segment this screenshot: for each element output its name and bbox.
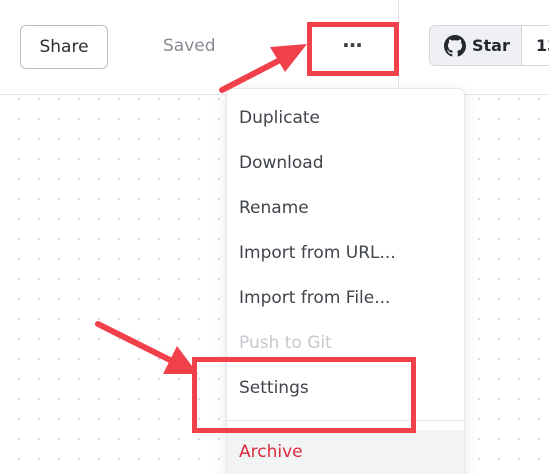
menu-item-import-file[interactable]: Import from File... (227, 276, 464, 321)
annotation-arrow-settings (95, 321, 198, 374)
header-divider (398, 0, 399, 95)
menu-item-duplicate[interactable]: Duplicate (227, 96, 464, 141)
github-star-count[interactable]: 13 (522, 26, 549, 65)
more-options-button[interactable]: ··· (313, 27, 391, 69)
menu-divider (227, 420, 464, 421)
github-star-button[interactable]: Star (430, 26, 522, 65)
top-bar: Share Saved ··· Star 13 (0, 0, 549, 95)
github-star-widget: Star 13 (429, 25, 549, 66)
menu-item-import-url[interactable]: Import from URL... (227, 231, 464, 276)
more-options-menu: Duplicate Download Rename Import from UR… (226, 88, 465, 474)
ellipsis-icon: ··· (342, 33, 363, 57)
github-star-label: Star (472, 36, 510, 55)
menu-item-download[interactable]: Download (227, 141, 464, 186)
menu-item-rename[interactable]: Rename (227, 186, 464, 231)
github-icon (444, 34, 466, 56)
menu-item-settings[interactable]: Settings (227, 366, 464, 411)
share-button[interactable]: Share (20, 25, 108, 69)
save-status-label: Saved (163, 36, 216, 56)
menu-item-push-to-git: Push to Git (239, 333, 332, 353)
menu-item-archive[interactable]: Archive (227, 430, 464, 474)
